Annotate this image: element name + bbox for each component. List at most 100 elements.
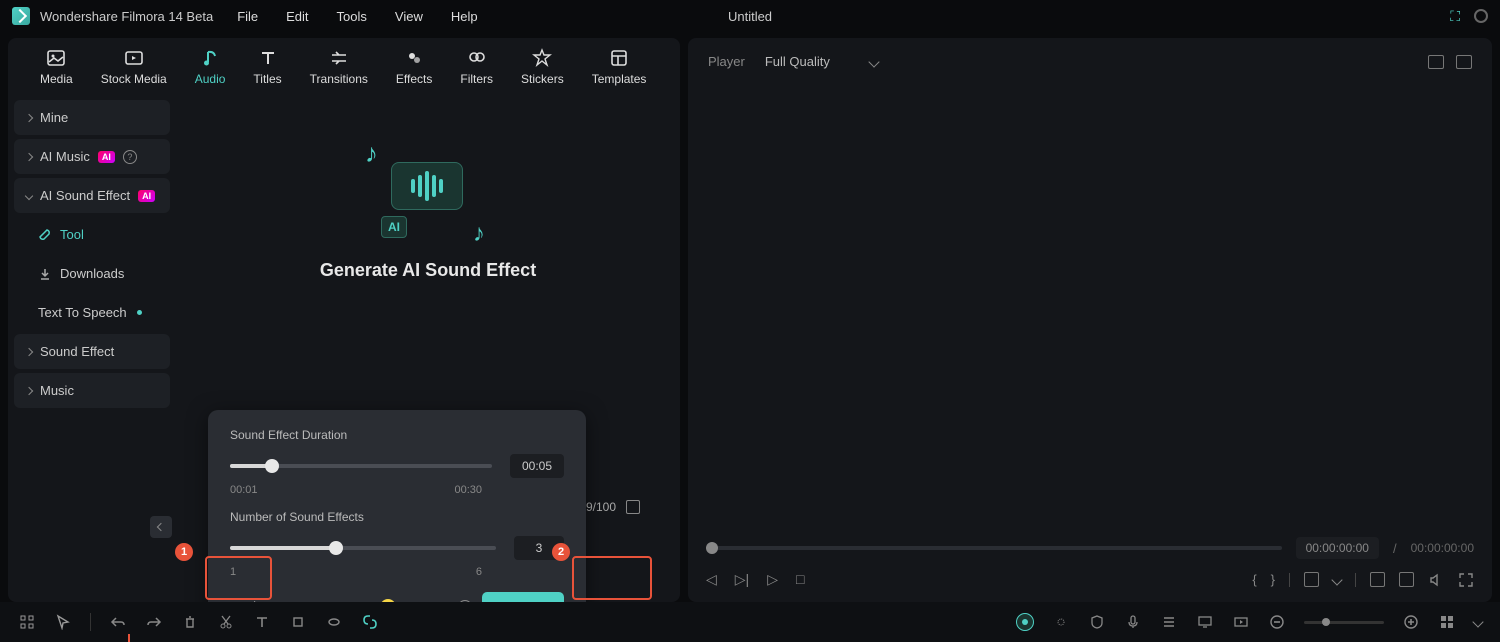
- app-logo-icon: [12, 7, 30, 25]
- title-bar: Wondershare Filmora 14 Beta File Edit To…: [0, 0, 1500, 32]
- tab-stickers[interactable]: Stickers: [507, 48, 578, 86]
- stop-button[interactable]: □: [796, 571, 804, 588]
- duration-slider[interactable]: [230, 464, 492, 468]
- tool-tabs: Media Stock Media Audio Titles Transitio…: [8, 38, 680, 92]
- sidebar-collapse-button[interactable]: [150, 516, 172, 538]
- monitor-icon[interactable]: [1196, 613, 1214, 631]
- callout-2: 2: [552, 543, 570, 561]
- menu-tools[interactable]: Tools: [337, 9, 367, 24]
- tab-templates[interactable]: Templates: [578, 48, 661, 86]
- sidebar-item-ai-music[interactable]: AI MusicAI?: [14, 139, 170, 174]
- sidebar-item-tool[interactable]: Tool: [14, 217, 170, 252]
- quality-dropdown[interactable]: Full Quality: [765, 54, 878, 69]
- ai-sound-artwork-icon: ♪ AI ♪: [363, 142, 493, 242]
- playhead-slider[interactable]: [706, 546, 1282, 550]
- ai-badge-icon: AI: [98, 151, 115, 163]
- zoom-thumb-icon[interactable]: [1322, 618, 1330, 626]
- center-title: Generate AI Sound Effect: [320, 260, 536, 281]
- tab-titles[interactable]: Titles: [239, 48, 295, 86]
- sun-icon[interactable]: [1052, 613, 1070, 631]
- library-panel: Media Stock Media Audio Titles Transitio…: [8, 38, 680, 602]
- slider-thumb-icon[interactable]: [265, 459, 279, 473]
- sidebar-item-sound-effect[interactable]: Sound Effect: [14, 334, 170, 369]
- app-name: Wondershare Filmora 14 Beta: [40, 9, 213, 24]
- tab-stock-media[interactable]: Stock Media: [87, 48, 181, 86]
- sidebar-item-mine[interactable]: Mine: [14, 100, 170, 135]
- project-title: Untitled: [728, 9, 772, 24]
- dot-indicator-icon: [137, 310, 142, 315]
- camera-icon[interactable]: [1399, 572, 1414, 587]
- sidebar-item-music[interactable]: Music: [14, 373, 170, 408]
- prev-frame-button[interactable]: ◁: [706, 571, 717, 588]
- render-icon[interactable]: [1232, 613, 1250, 631]
- cursor-icon[interactable]: [54, 613, 72, 631]
- trash-icon[interactable]: [626, 500, 640, 514]
- chevron-down-icon: [868, 56, 879, 67]
- duration-label: Sound Effect Duration: [230, 428, 564, 442]
- gift-icon[interactable]: ⛶: [1450, 8, 1460, 25]
- caret-icon: [25, 113, 33, 121]
- sidebar-item-downloads[interactable]: Downloads: [14, 256, 170, 291]
- num-slider[interactable]: [230, 546, 496, 550]
- bracket-open[interactable]: {: [1252, 572, 1256, 587]
- chevron-down-icon[interactable]: [1472, 616, 1483, 627]
- undo-icon[interactable]: [109, 613, 127, 631]
- crop-icon[interactable]: [289, 613, 307, 631]
- progress-circle-icon[interactable]: [1474, 9, 1488, 23]
- preview-viewport: [688, 85, 1492, 527]
- caret-icon: [25, 152, 33, 160]
- player-label: Player: [708, 54, 745, 69]
- redo-icon[interactable]: [145, 613, 163, 631]
- link-icon[interactable]: [325, 613, 343, 631]
- ai-assistant-icon[interactable]: [1016, 613, 1034, 631]
- sidebar-item-ai-sound-effect[interactable]: AI Sound EffectAI: [14, 178, 170, 213]
- layout-grid-icon[interactable]: [1428, 55, 1444, 69]
- grid-icon[interactable]: [18, 613, 36, 631]
- sidebar-item-tts[interactable]: Text To Speech: [14, 295, 170, 330]
- bracket-close[interactable]: }: [1271, 572, 1275, 587]
- time-current: 00:00:00:00: [1296, 537, 1379, 559]
- chain-icon[interactable]: [361, 613, 379, 631]
- tab-audio[interactable]: Audio: [181, 48, 240, 86]
- ai-badge-icon: AI: [138, 190, 155, 202]
- caret-icon: [25, 347, 33, 355]
- zoom-in-icon[interactable]: [1402, 613, 1420, 631]
- callout-1: 1: [175, 543, 193, 561]
- chart-icon[interactable]: [1456, 55, 1472, 69]
- tab-media[interactable]: Media: [26, 48, 87, 86]
- list-icon[interactable]: [1160, 613, 1178, 631]
- help-icon[interactable]: ?: [123, 150, 137, 164]
- marker-icon[interactable]: [1304, 572, 1319, 587]
- delete-icon[interactable]: [181, 613, 199, 631]
- caret-icon: [25, 386, 33, 394]
- mic-icon[interactable]: [1124, 613, 1142, 631]
- download-icon: [38, 267, 52, 281]
- char-counter: 9/100: [586, 500, 616, 514]
- time-total: 00:00:00:00: [1411, 541, 1474, 555]
- playhead-thumb-icon[interactable]: [706, 542, 718, 554]
- num-label: Number of Sound Effects: [230, 510, 564, 524]
- zoom-out-icon[interactable]: [1268, 613, 1286, 631]
- next-frame-button[interactable]: ▷|: [735, 571, 749, 588]
- menu-edit[interactable]: Edit: [286, 9, 308, 24]
- fit-icon[interactable]: [1438, 613, 1456, 631]
- zoom-slider[interactable]: [1304, 621, 1384, 624]
- cut-icon[interactable]: [217, 613, 235, 631]
- menu-view[interactable]: View: [395, 9, 423, 24]
- menu-help[interactable]: Help: [451, 9, 478, 24]
- text-icon[interactable]: [253, 613, 271, 631]
- playhead-marker-icon: [128, 634, 130, 642]
- chevron-down-icon[interactable]: [1331, 574, 1342, 585]
- fullscreen-icon[interactable]: [1458, 572, 1474, 588]
- tab-transitions[interactable]: Transitions: [296, 48, 382, 86]
- shield-icon[interactable]: [1088, 613, 1106, 631]
- slider-thumb-icon[interactable]: [329, 541, 343, 555]
- menu-bar: File Edit Tools View Help: [237, 9, 477, 24]
- chevron-left-icon: [157, 523, 165, 531]
- play-button[interactable]: ▷: [767, 571, 778, 588]
- tab-filters[interactable]: Filters: [446, 48, 507, 86]
- screenshot-icon[interactable]: [1370, 572, 1385, 587]
- volume-icon[interactable]: [1428, 572, 1444, 588]
- tab-effects[interactable]: Effects: [382, 48, 446, 86]
- menu-file[interactable]: File: [237, 9, 258, 24]
